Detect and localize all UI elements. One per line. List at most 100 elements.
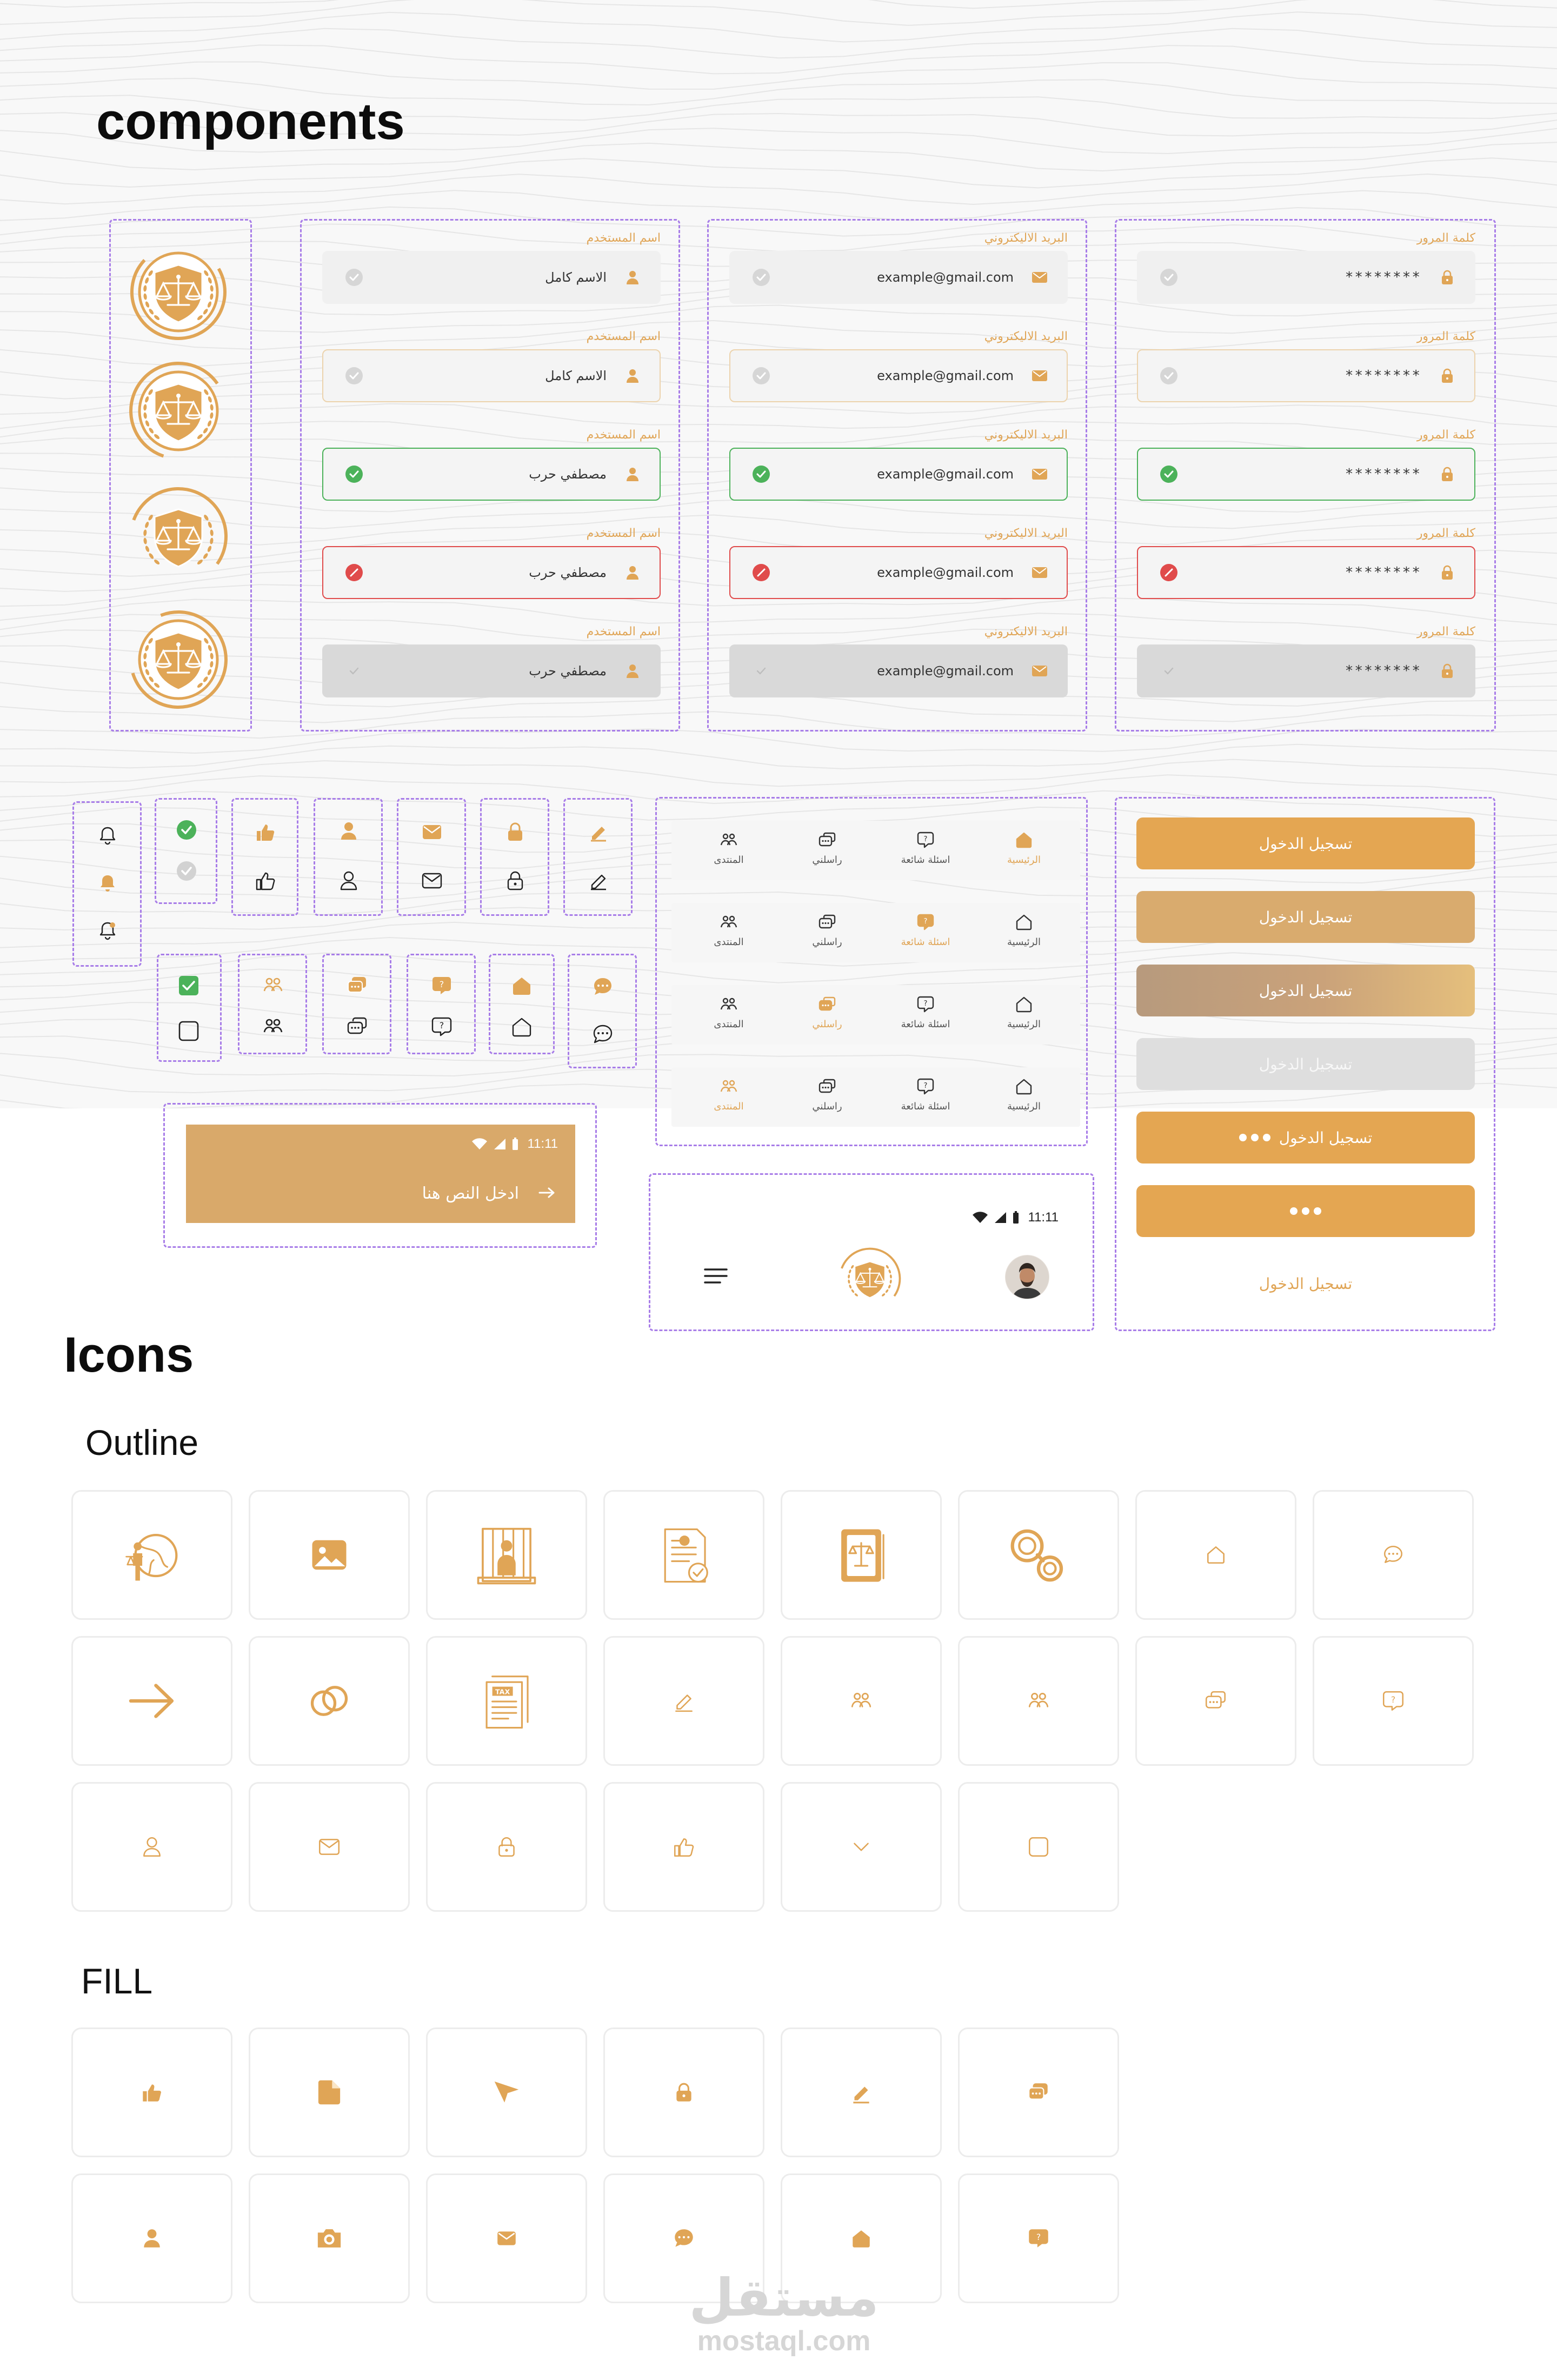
avatar[interactable] [1004,1254,1050,1300]
send-icon [494,2081,519,2104]
wifi-icon [471,1138,487,1149]
login-button-default[interactable]: تسجيل الدخول [1136,817,1475,869]
lock-icon [1442,467,1453,481]
outline-heading: Outline [85,1422,199,1462]
input-placeholder[interactable]: ادخل النص هنا [422,1184,519,1203]
nav-item-forum[interactable]: المنتدى [696,830,761,874]
lock-icon [1442,270,1453,284]
app-header: 11:11 [670,1200,1073,1319]
field-value: ******** [1345,564,1421,581]
bell-outline-icon [99,827,116,845]
password-input-success[interactable]: ******** [1137,448,1475,501]
input-bar[interactable]: 11:11 ادخل النص هنا [186,1125,575,1223]
mail-icon [1032,272,1047,283]
nav-item-home[interactable]: الرئيسية [992,995,1056,1038]
nav-item-faq[interactable]: ? اسئلة شائعة [893,913,958,956]
password-input-default[interactable]: ******** [1137,251,1475,304]
password-input-error[interactable]: ******** [1137,546,1475,599]
faq-outline-icon: ? [431,1017,452,1036]
login-button-loading[interactable]: تسجيل الدخول [1136,1112,1475,1164]
login-button-gradient[interactable]: تسجيل الدخول [1136,965,1475,1016]
mail-icon [1032,666,1047,676]
home-outline-icon [512,1018,531,1037]
nav-item-home[interactable]: الرئيسية [992,1077,1056,1120]
email-input-focused[interactable]: example@gmail.com [729,349,1068,402]
messages-icon [819,1079,836,1093]
login-button-hover[interactable]: تسجيل الدخول [1136,891,1475,943]
icon-cell [71,1636,232,1766]
icon-cell: ? [1313,1636,1474,1766]
lock-outline-icon [507,871,523,890]
lock-icon [498,1837,515,1857]
icon-cell [781,2027,942,2157]
nav-item-label: راسلني [812,1101,842,1112]
nav-item-home[interactable]: الرئيسية [992,913,1056,956]
nav-item-messages[interactable]: راسلني [795,995,860,1038]
button-label: تسجيل الدخول [1259,1055,1353,1073]
icon-cell [1313,1490,1474,1620]
image-icon [312,1540,347,1570]
nav-item-home[interactable]: الرئيسية [992,830,1056,874]
nav-item-forum[interactable]: المنتدى [696,1077,761,1120]
nav-item-messages[interactable]: راسلني [795,830,860,874]
nav-item-label: الرئيسية [1007,1019,1041,1030]
nav-item-faq[interactable]: ? اسئلة شائعة [893,830,958,874]
password-input-focused[interactable]: ******** [1137,349,1475,402]
check-circle-icon [1160,269,1177,286]
icon-cell [603,2027,764,2157]
check-icon [756,667,766,675]
error-circle-icon [1160,564,1177,581]
icon-cell [958,1782,1119,1912]
email-input-success[interactable]: example@gmail.com [729,448,1068,501]
nav-item-faq[interactable]: ? اسئلة شائعة [893,1077,958,1120]
arrow-right-icon[interactable] [538,1186,556,1199]
field-value: الاسم كامل [545,270,607,285]
user-icon [627,271,638,284]
nav-item-messages[interactable]: راسلني [795,1077,860,1120]
prison-icon [477,1527,536,1585]
loading-button[interactable] [1136,1185,1475,1237]
nav-item-messages[interactable]: راسلني [795,913,860,956]
lock-icon [1442,565,1453,580]
email-input-default[interactable]: example@gmail.com [729,251,1068,304]
user-outline-icon [340,871,357,890]
field-value: ******** [1345,269,1421,285]
nav-item-faq[interactable]: ? اسئلة شائعة [893,995,958,1038]
username-input-default[interactable]: الاسم كامل [322,251,661,304]
user-icon [627,369,638,383]
username-input-focused[interactable]: الاسم كامل [322,349,661,402]
user-fill-icon [341,822,356,840]
field-label: كلمة المرور [1416,625,1475,639]
email-input-error[interactable]: example@gmail.com [729,546,1068,599]
login-button-text[interactable]: تسجيل الدخول [1136,1258,1475,1309]
checkbox-checked-icon[interactable] [177,974,201,998]
field-value: example@gmail.com [877,565,1014,580]
chat-outline-icon [593,1025,613,1043]
nav-item-label: المنتدى [714,1019,744,1030]
battery-icon [512,1138,518,1150]
username-input-success[interactable]: مصطفي حرب [322,448,661,501]
check-icon-states [155,798,217,904]
svg-text:?: ? [924,918,928,926]
icon-cell [249,2027,410,2157]
icon-cell [426,2173,587,2303]
check-circle-icon [753,269,770,286]
fill-heading: FILL [81,1961,153,2001]
forum-icon [851,1693,871,1707]
username-input-error[interactable]: مصطفي حرب [322,546,661,599]
forum-icon-states [238,954,307,1054]
nav-item-forum[interactable]: المنتدى [696,995,761,1038]
bell-fill-icon [101,875,115,892]
tax-document-icon: TAX [485,1676,529,1729]
icon-cell [71,1782,232,1912]
nav-item-forum[interactable]: المنتدى [696,913,761,956]
checkbox-empty-icon[interactable] [177,1019,201,1043]
error-circle-icon [345,564,363,581]
like-icon-states [231,798,298,916]
icon-cell [958,1490,1119,1620]
icon-cell [249,1490,410,1620]
forum-icon [720,998,737,1010]
menu-icon[interactable] [703,1266,729,1286]
home-fill-icon [513,978,530,995]
icon-cell: ? [958,2173,1119,2303]
